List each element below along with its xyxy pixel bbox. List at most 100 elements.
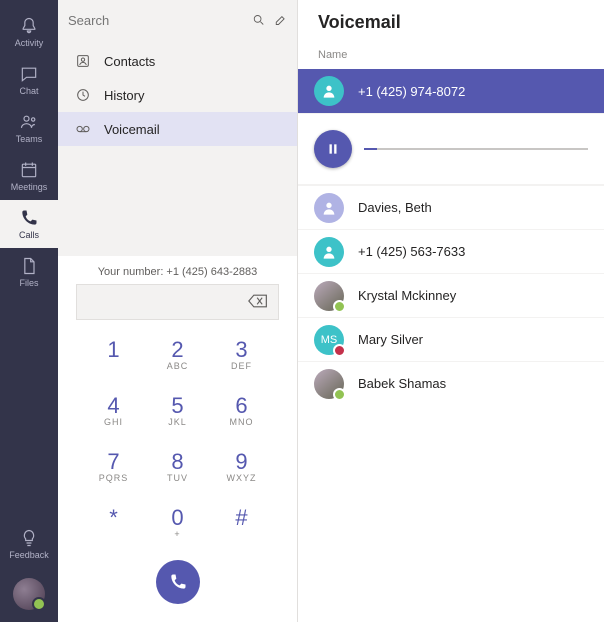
voicemail-list: +1 (425) 974-8072 Davies, Beth +1 (425) 5… (298, 69, 604, 405)
me-avatar[interactable] (13, 578, 45, 610)
app-rail: Activity Chat Teams Meetings Calls Files… (0, 0, 58, 622)
key-digit: * (109, 505, 118, 531)
voicemail-row[interactable]: +1 (425) 974-8072 (298, 69, 604, 113)
search-icon[interactable] (252, 12, 266, 28)
key-letters: WXYZ (227, 473, 257, 483)
phone-icon (168, 572, 188, 592)
search-row (58, 0, 297, 40)
key-digit: 8 (171, 449, 183, 475)
pause-button[interactable] (314, 130, 352, 168)
rail-activity[interactable]: Activity (0, 8, 58, 56)
rail-meetings-label: Meetings (11, 182, 48, 192)
key-0[interactable]: 0+ (146, 494, 210, 550)
compose-icon[interactable] (274, 12, 288, 28)
key-4[interactable]: 4GHI (82, 382, 146, 438)
nav-voicemail[interactable]: Voicemail (58, 112, 297, 146)
nav-voicemail-label: Voicemail (104, 122, 160, 137)
key-letters: MNO (230, 417, 254, 427)
pause-icon (326, 142, 340, 156)
nav-contacts[interactable]: Contacts (58, 44, 297, 78)
key-letters: GHI (104, 417, 123, 427)
bell-icon (19, 16, 39, 36)
key-digit: 1 (107, 337, 119, 363)
caller-name: Babek Shamas (358, 376, 446, 391)
your-number-label: Your number: +1 (425) 643-2883 (98, 266, 258, 278)
nav-history-label: History (104, 88, 144, 103)
caller-avatar (314, 237, 344, 267)
caller-name: +1 (425) 974-8072 (358, 84, 465, 99)
key-letters: JKL (168, 417, 187, 427)
caller-name: Krystal Mckinney (358, 288, 456, 303)
voicemail-column-name: Name (298, 49, 604, 69)
key-letters: DEF (231, 361, 252, 371)
key-digit: 9 (235, 449, 247, 475)
calendar-icon (19, 160, 39, 180)
caller-avatar: MS (314, 325, 344, 355)
caller-name: +1 (425) 563-7633 (358, 244, 465, 259)
key-7[interactable]: 7PQRS (82, 438, 146, 494)
call-button[interactable] (156, 560, 200, 604)
key-letters: + (174, 529, 180, 539)
voicemail-row[interactable]: Krystal Mckinney (298, 273, 604, 317)
key-letters: PQRS (99, 473, 129, 483)
caller-name: Davies, Beth (358, 200, 432, 215)
rail-files[interactable]: Files (0, 248, 58, 296)
key-8[interactable]: 8TUV (146, 438, 210, 494)
nav-history[interactable]: History (58, 78, 297, 112)
rail-chat[interactable]: Chat (0, 56, 58, 104)
voicemail-player (298, 113, 604, 185)
nav-contacts-label: Contacts (104, 54, 155, 69)
phone-icon (19, 208, 39, 228)
key-digit: 5 (171, 393, 183, 419)
number-display[interactable] (76, 284, 279, 320)
key-*[interactable]: * (82, 494, 146, 550)
playback-track[interactable] (364, 148, 588, 150)
key-digit: 0 (171, 505, 183, 531)
key-1[interactable]: 1 (82, 326, 146, 382)
key-letters: ABC (167, 361, 189, 371)
rail-calls[interactable]: Calls (0, 200, 58, 248)
calls-nav: Contacts History Voicemail (58, 40, 297, 150)
contacts-icon (74, 53, 92, 69)
key-9[interactable]: 9WXYZ (210, 438, 274, 494)
calls-panel: Contacts History Voicemail Your number: … (58, 0, 298, 622)
key-digit: 3 (235, 337, 247, 363)
key-digit: 7 (107, 449, 119, 475)
voicemail-icon (74, 121, 92, 137)
backspace-icon[interactable] (248, 294, 268, 311)
teams-icon (19, 112, 39, 132)
search-input[interactable] (68, 13, 244, 28)
key-5[interactable]: 5JKL (146, 382, 210, 438)
key-digit: # (235, 505, 247, 531)
voicemail-row[interactable]: Davies, Beth (298, 185, 604, 229)
key-digit: 6 (235, 393, 247, 419)
rail-calls-label: Calls (19, 230, 39, 240)
key-#[interactable]: # (210, 494, 274, 550)
caller-avatar (314, 193, 344, 223)
rail-activity-label: Activity (15, 38, 44, 48)
files-icon (19, 256, 39, 276)
key-digit: 4 (107, 393, 119, 419)
rail-feedback-label: Feedback (9, 550, 49, 560)
key-3[interactable]: 3DEF (210, 326, 274, 382)
voicemail-row[interactable]: MS Mary Silver (298, 317, 604, 361)
history-icon (74, 87, 92, 103)
key-letters: TUV (167, 473, 188, 483)
rail-teams[interactable]: Teams (0, 104, 58, 152)
dialer: Your number: +1 (425) 643-2883 1 2ABC3DE… (58, 256, 297, 622)
rail-files-label: Files (19, 278, 38, 288)
key-2[interactable]: 2ABC (146, 326, 210, 382)
rail-teams-label: Teams (16, 134, 43, 144)
keypad: 1 2ABC3DEF4GHI5JKL6MNO7PQRS8TUV9WXYZ* 0+… (82, 326, 274, 550)
voicemail-row[interactable]: +1 (425) 563-7633 (298, 229, 604, 273)
rail-chat-label: Chat (19, 86, 38, 96)
rail-meetings[interactable]: Meetings (0, 152, 58, 200)
lightbulb-icon (19, 528, 39, 548)
caller-avatar (314, 76, 344, 106)
rail-feedback[interactable]: Feedback (0, 520, 58, 568)
voicemail-title: Voicemail (298, 0, 604, 49)
caller-avatar (314, 369, 344, 399)
voicemail-row[interactable]: Babek Shamas (298, 361, 604, 405)
caller-name: Mary Silver (358, 332, 423, 347)
key-6[interactable]: 6MNO (210, 382, 274, 438)
